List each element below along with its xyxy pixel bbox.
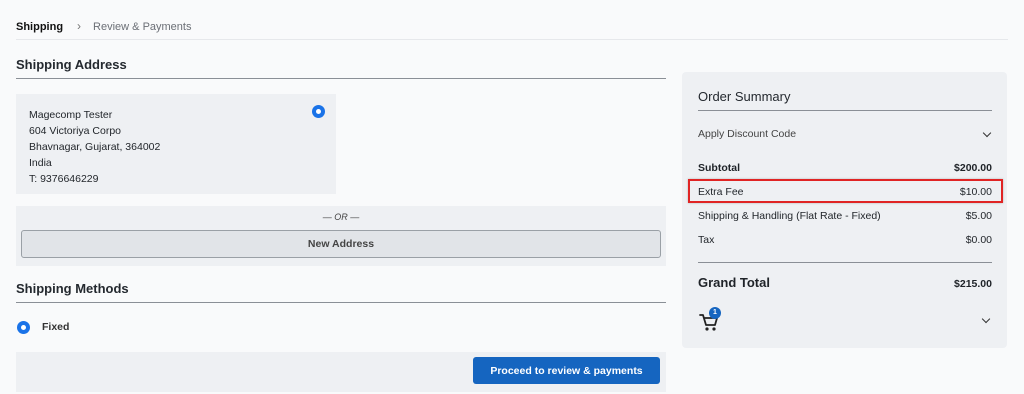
- grand-total-label: Grand Total: [698, 275, 770, 290]
- extra-fee-row: Extra Fee $10.00: [698, 186, 992, 198]
- grand-total-value: $215.00: [954, 278, 992, 290]
- tax-value: $0.00: [965, 234, 992, 246]
- or-divider: — OR —: [322, 212, 360, 222]
- cart-icon[interactable]: 1: [698, 307, 724, 331]
- proceed-button[interactable]: Proceed to review & payments: [473, 357, 660, 384]
- apply-discount-label: Apply Discount Code: [698, 128, 797, 140]
- subtotal-label: Subtotal: [698, 162, 740, 174]
- address-card[interactable]: Magecomp Tester 604 Victoriya Corpo Bhav…: [16, 94, 336, 194]
- order-summary: Order Summary Apply Discount Code Subtot…: [682, 72, 1007, 348]
- summary-divider: [698, 262, 992, 263]
- order-summary-title: Order Summary: [698, 89, 992, 111]
- new-address-section: — OR — New Address: [16, 206, 666, 266]
- shipping-method-fixed[interactable]: Fixed: [16, 318, 316, 336]
- shipping-handling-value: $5.00: [965, 210, 992, 222]
- address-lines: Magecomp Tester 604 Victoriya Corpo Bhav…: [29, 107, 160, 187]
- address-radio-selected-icon[interactable]: [312, 105, 325, 118]
- subtotal-value: $200.00: [954, 162, 992, 174]
- shipping-address-title: Shipping Address: [16, 57, 666, 79]
- cart-count-badge: 1: [709, 307, 721, 319]
- address-city: Bhavnagar, Gujarat, 364002: [29, 141, 161, 153]
- chevron-right-icon: ›: [77, 19, 82, 33]
- extra-fee-label: Extra Fee: [698, 186, 744, 198]
- grand-total-row: Grand Total $215.00: [698, 275, 992, 290]
- address-country: India: [29, 157, 52, 169]
- address-name: Magecomp Tester: [29, 109, 113, 121]
- chevron-down-icon[interactable]: [981, 314, 991, 324]
- breadcrumb: Shipping › Review & Payments: [16, 19, 1008, 40]
- address-street: 604 Victoriya Corpo: [29, 125, 122, 137]
- shipping-handling-row: Shipping & Handling (Flat Rate - Fixed) …: [698, 210, 992, 222]
- chevron-down-icon[interactable]: [982, 128, 992, 138]
- breadcrumb-shipping: Shipping: [16, 21, 64, 33]
- apply-discount-toggle[interactable]: Apply Discount Code: [698, 128, 992, 142]
- new-address-button[interactable]: New Address: [21, 230, 661, 258]
- address-phone: T: 9376646229: [29, 173, 99, 185]
- shipping-method-label: Fixed: [42, 321, 70, 333]
- tax-label: Tax: [698, 234, 715, 246]
- extra-fee-value: $10.00: [959, 186, 992, 198]
- breadcrumb-review-payments[interactable]: Review & Payments: [93, 21, 191, 33]
- actions-toolbar: Proceed to review & payments: [16, 352, 666, 392]
- shipping-handling-label: Shipping & Handling (Flat Rate - Fixed): [698, 210, 881, 222]
- subtotal-row: Subtotal $200.00: [698, 162, 992, 174]
- tax-row: Tax $0.00: [698, 234, 992, 246]
- method-radio-selected-icon[interactable]: [17, 321, 30, 334]
- shipping-methods-title: Shipping Methods: [16, 281, 666, 303]
